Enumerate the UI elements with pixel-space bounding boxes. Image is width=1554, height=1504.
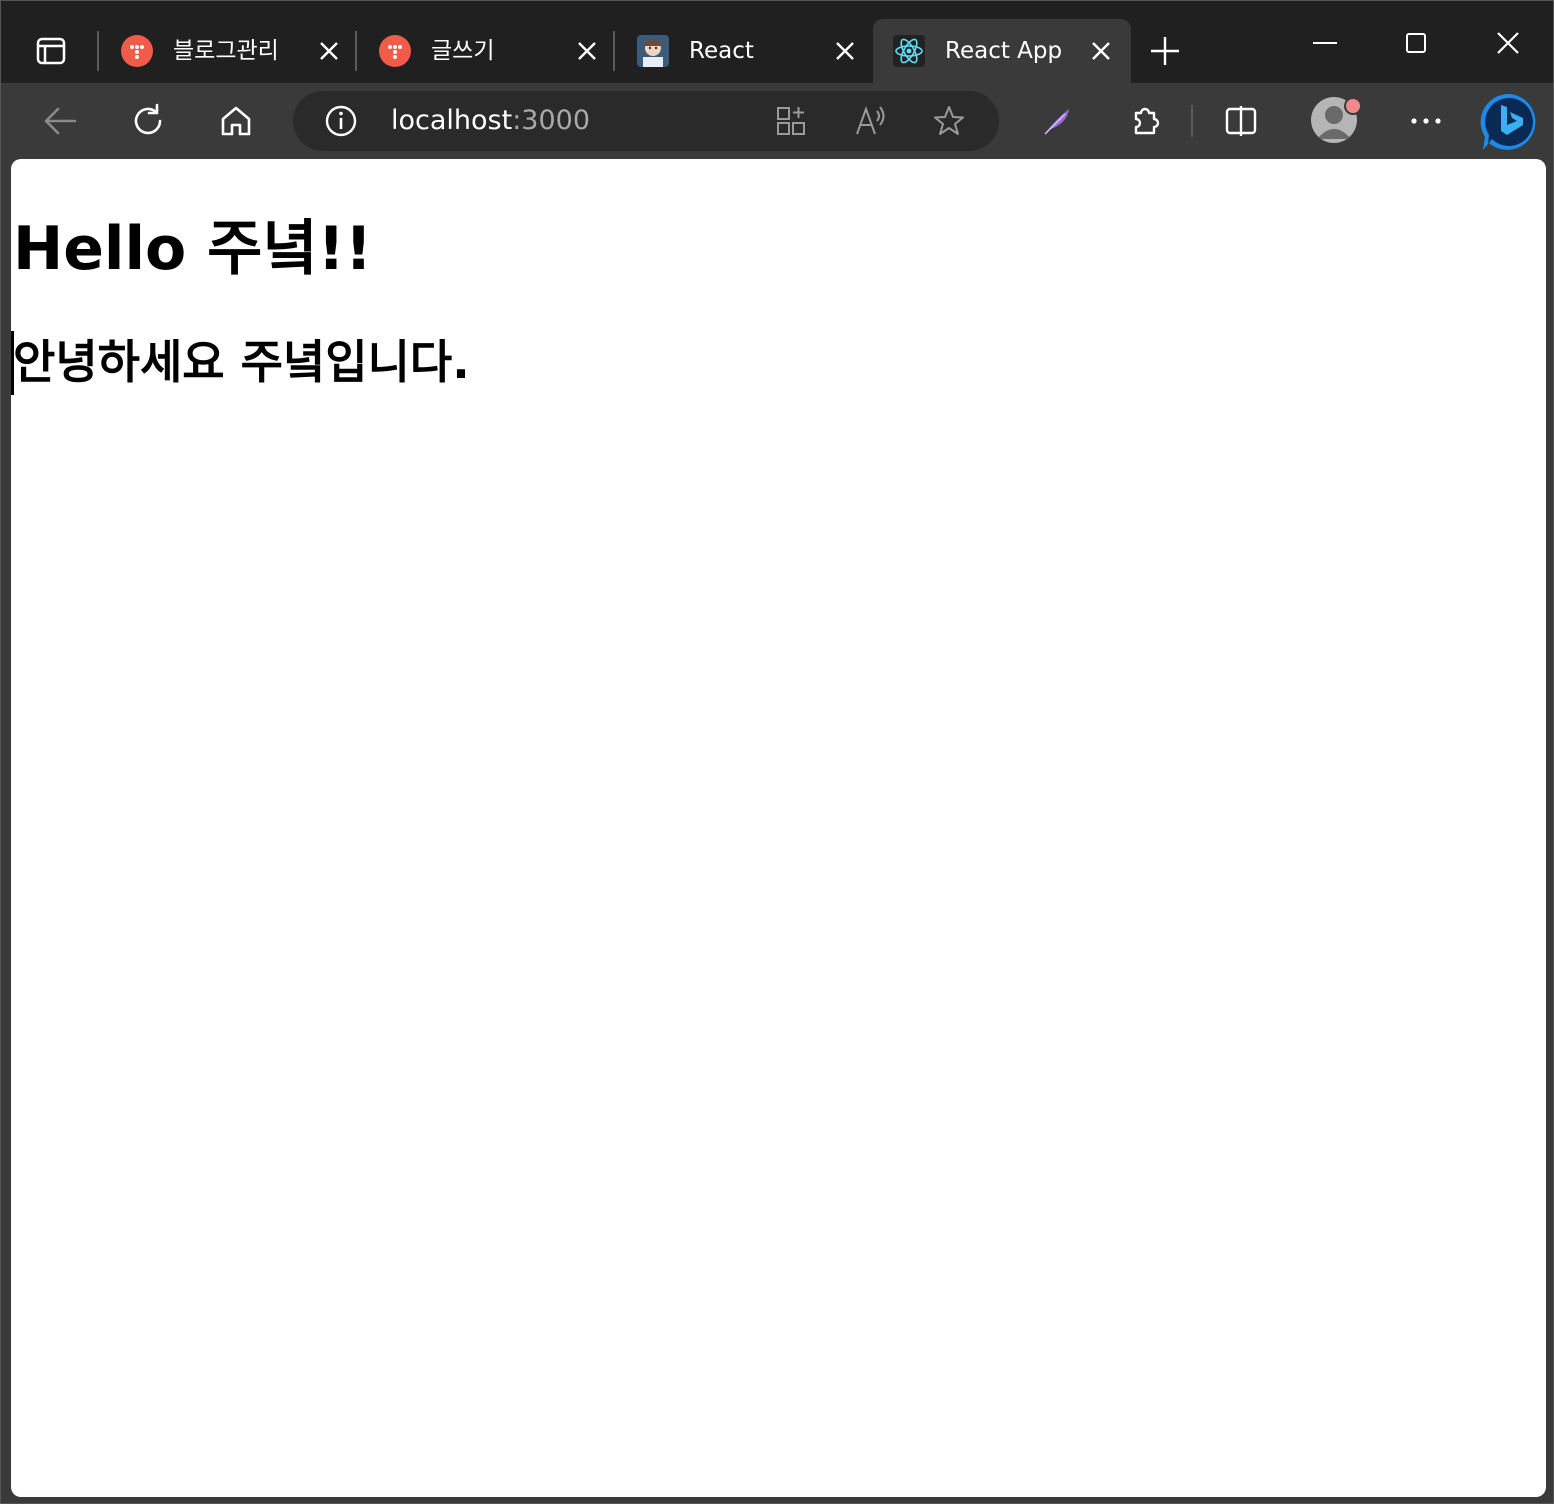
tab-title: 블로그관리	[173, 38, 279, 64]
browser-window: 블로그관리 글쓰기 React React App localhost:3000…	[0, 0, 1554, 1504]
tab-actions-button[interactable]	[27, 29, 75, 73]
split-screen-icon	[1225, 106, 1257, 136]
maximize-button[interactable]	[1392, 19, 1440, 67]
home-button[interactable]	[212, 97, 260, 145]
close-window-button[interactable]	[1484, 19, 1532, 67]
navigation-toolbar: localhost:3000	[1, 83, 1553, 159]
puzzle-icon	[1134, 107, 1160, 135]
avatar-favicon-icon	[637, 35, 669, 67]
new-tab-button[interactable]	[1141, 27, 1189, 75]
maximize-icon	[1406, 33, 1426, 53]
tab-actions-icon	[36, 37, 66, 65]
tab-title: React App	[945, 38, 1063, 64]
toolbar-separator	[1191, 105, 1193, 137]
refresh-button[interactable]	[124, 97, 172, 145]
close-tab-icon[interactable]	[571, 35, 603, 67]
more-menu-button[interactable]	[1402, 97, 1450, 145]
tistory-icon	[379, 35, 411, 67]
tab-separator	[97, 31, 99, 71]
page-heading: Hello 주녘!!	[13, 214, 373, 284]
notification-badge	[1344, 97, 1362, 115]
close-tab-icon[interactable]	[829, 35, 861, 67]
tab-react[interactable]: React	[617, 19, 875, 83]
bing-copilot-button[interactable]	[1479, 91, 1541, 153]
tistory-icon	[121, 35, 153, 67]
minimize-button[interactable]	[1301, 19, 1349, 67]
plus-icon	[1151, 37, 1179, 65]
back-arrow-icon	[44, 107, 77, 135]
minimize-icon	[1313, 42, 1337, 44]
bing-icon	[1480, 93, 1536, 150]
app-available-icon[interactable]	[769, 101, 813, 141]
home-icon	[221, 106, 251, 136]
tab-blog-admin[interactable]: 블로그관리	[101, 19, 359, 83]
tab-react-app[interactable]: React App	[873, 19, 1131, 83]
tab-write[interactable]: 글쓰기	[359, 19, 617, 83]
react-logo-icon	[893, 35, 925, 67]
back-button[interactable]	[36, 97, 84, 145]
tab-separator	[613, 31, 615, 71]
url-port: :3000	[512, 105, 591, 136]
tab-strip: 블로그관리 글쓰기 React React App	[1, 1, 1553, 83]
refresh-icon	[134, 103, 162, 135]
url-host: localhost	[391, 105, 513, 136]
split-screen-button[interactable]	[1217, 97, 1265, 145]
page-subheading: 안녕하세요 주녘입니다.	[13, 335, 470, 389]
site-info-icon[interactable]	[321, 103, 361, 139]
feather-extension-button[interactable]	[1033, 97, 1081, 145]
close-tab-icon[interactable]	[1085, 35, 1117, 67]
tab-title: 글쓰기	[431, 38, 495, 64]
close-tab-icon[interactable]	[313, 35, 345, 67]
tab-separator	[355, 31, 357, 71]
page-viewport: Hello 주녘!! 안녕하세요 주녘입니다.	[11, 159, 1546, 1497]
extensions-button[interactable]	[1121, 97, 1169, 145]
more-dots-icon	[1411, 118, 1441, 124]
address-bar[interactable]: localhost:3000	[293, 91, 999, 151]
url-text[interactable]: localhost:3000	[391, 103, 590, 139]
favorite-star-icon[interactable]	[927, 101, 971, 141]
close-icon	[1497, 32, 1519, 54]
feather-icon	[1044, 109, 1069, 135]
read-aloud-icon[interactable]	[849, 101, 893, 141]
tab-title: React	[689, 38, 754, 64]
